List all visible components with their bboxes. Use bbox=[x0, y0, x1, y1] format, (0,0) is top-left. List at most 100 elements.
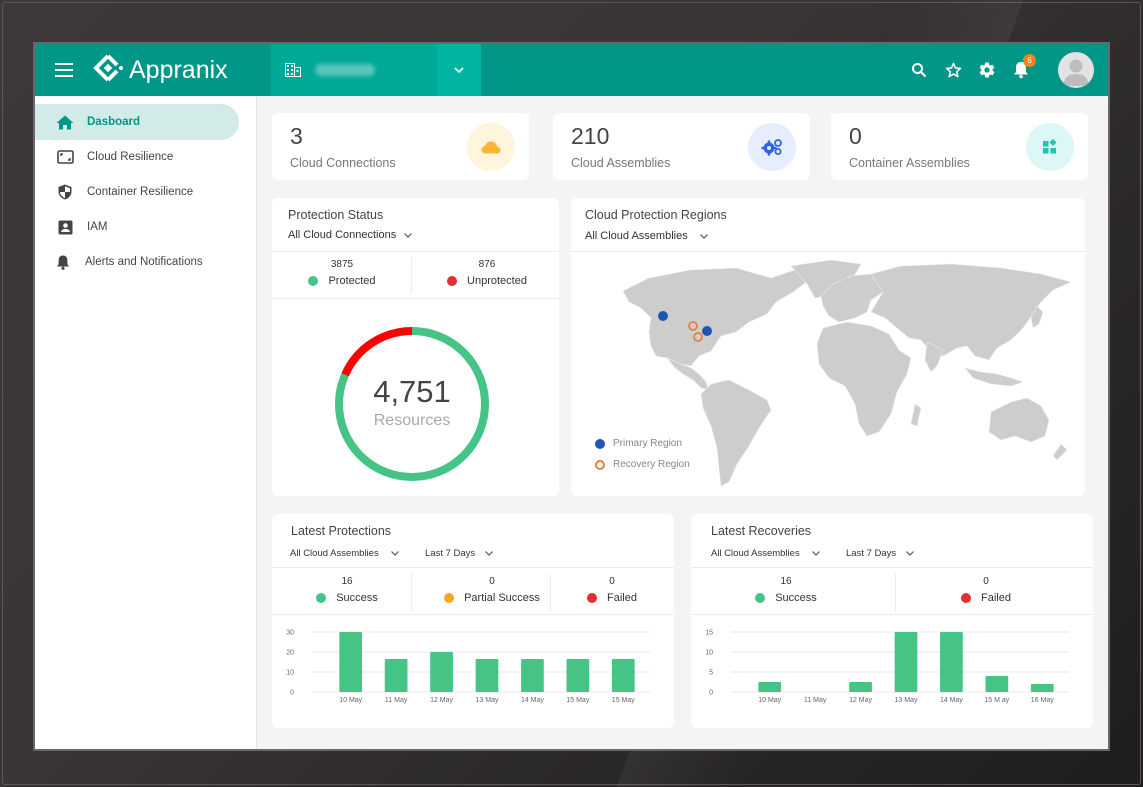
bar[interactable] bbox=[566, 659, 590, 692]
x-tick-label: 15 May bbox=[566, 697, 589, 704]
cloud-icon bbox=[481, 141, 501, 153]
bar[interactable] bbox=[940, 632, 963, 692]
chevron-down-icon bbox=[485, 551, 494, 556]
assemblies-filter[interactable]: All Cloud Assemblies bbox=[711, 548, 820, 559]
y-tick-label: 5 bbox=[709, 670, 713, 677]
kpi-protected[interactable]: 3875 Protected bbox=[292, 259, 392, 287]
legend-label: Primary Region bbox=[613, 438, 682, 449]
kpi-failed[interactable]: 0 Failed bbox=[557, 576, 667, 604]
bar[interactable] bbox=[384, 659, 408, 692]
protections-bar-chart: 0 10 20 30 10 May 11 May 12 May 13 May 14 May 15 … bbox=[286, 630, 650, 704]
brand-logo[interactable]: Appranix bbox=[93, 53, 271, 87]
sidebar-nav: Dasboard Cloud Resilience Container Resi… bbox=[35, 96, 257, 749]
kpi-success[interactable]: 16 Success bbox=[731, 576, 841, 604]
total-resources-value: 4,751 bbox=[373, 374, 451, 409]
kpi-label: Success bbox=[775, 592, 817, 604]
building-icon bbox=[285, 63, 301, 77]
partial-dot-icon bbox=[444, 593, 455, 603]
card-title: Cloud Protection Regions bbox=[585, 208, 727, 222]
bar[interactable] bbox=[475, 659, 499, 692]
success-dot-icon bbox=[316, 593, 327, 603]
recovery-region-marker-icon bbox=[595, 459, 605, 470]
divider bbox=[571, 251, 1085, 252]
tenant-dropdown-button[interactable] bbox=[437, 44, 481, 96]
filter-label: All Cloud Assemblies bbox=[585, 230, 688, 242]
failed-dot-icon bbox=[961, 593, 972, 603]
user-avatar[interactable] bbox=[1058, 52, 1094, 88]
divider bbox=[411, 574, 412, 612]
star-icon bbox=[945, 62, 961, 78]
latest-protections-card: Latest Protections All Cloud Assemblies … bbox=[272, 514, 674, 728]
filter-label: All Cloud Connections bbox=[288, 229, 397, 241]
stat-value: 210 bbox=[571, 123, 610, 149]
stat-card-cloud-assemblies[interactable]: 210 Cloud Assemblies bbox=[553, 113, 810, 180]
protected-dot-icon bbox=[308, 276, 319, 286]
card-title: Latest Protections bbox=[291, 524, 392, 538]
menu-button[interactable] bbox=[35, 44, 93, 96]
cloud-connections-filter[interactable]: All Cloud Connections bbox=[288, 229, 413, 241]
tenant-selector[interactable] bbox=[271, 44, 481, 96]
sidebar-item-alerts[interactable]: Alerts and Notifications bbox=[35, 244, 239, 280]
kpi-label: Success bbox=[336, 592, 378, 604]
x-tick-label: 10 May bbox=[758, 697, 781, 704]
settings-button[interactable] bbox=[970, 50, 1004, 90]
x-tick-label: 15 May bbox=[612, 697, 635, 704]
bar[interactable] bbox=[430, 652, 453, 692]
bell-icon bbox=[56, 255, 70, 270]
sidebar-item-iam[interactable]: IAM bbox=[35, 209, 239, 245]
africa bbox=[816, 321, 912, 437]
total-resources-label: Resources bbox=[373, 412, 451, 429]
bar[interactable] bbox=[849, 682, 872, 692]
cloud-assemblies-filter[interactable]: All Cloud Assemblies bbox=[585, 230, 708, 242]
bar[interactable] bbox=[339, 632, 363, 692]
date-range-filter[interactable]: Last 7 Days bbox=[425, 548, 494, 559]
dashboard-content: 3 Cloud Connections 210 Cloud Assemblies… bbox=[257, 96, 1108, 749]
sidebar-item-container-resilience[interactable]: Container Resilience bbox=[35, 174, 239, 210]
bar[interactable] bbox=[985, 676, 1009, 692]
x-tick-label: 13 May bbox=[476, 697, 499, 704]
appranix-logo-icon bbox=[93, 54, 123, 82]
notifications-button[interactable]: 6 bbox=[1004, 50, 1038, 90]
bar[interactable] bbox=[1030, 684, 1054, 692]
filter-label: All Cloud Assemblies bbox=[290, 548, 379, 559]
madagascar bbox=[910, 403, 922, 427]
sidebar-item-label: IAM bbox=[87, 221, 108, 233]
stat-card-container-assemblies[interactable]: 0 Container Assemblies bbox=[831, 113, 1088, 180]
x-tick-label: 15 M ay bbox=[984, 697, 1009, 704]
south-america bbox=[700, 379, 772, 487]
tenant-name bbox=[315, 64, 375, 76]
kpi-value: 0 bbox=[489, 576, 495, 587]
primary-region-marker[interactable] bbox=[702, 326, 712, 336]
bar[interactable] bbox=[758, 682, 782, 692]
kpi-unprotected[interactable]: 876 Unprotected bbox=[437, 259, 537, 287]
kpi-value: 16 bbox=[341, 576, 353, 587]
sidebar-item-cloud-resilience[interactable]: Cloud Resilience bbox=[35, 139, 239, 175]
x-tick-label: 14 May bbox=[940, 697, 963, 704]
bar[interactable] bbox=[894, 632, 918, 692]
bar[interactable] bbox=[521, 659, 544, 692]
bar[interactable] bbox=[611, 659, 635, 692]
stat-card-cloud-connections[interactable]: 3 Cloud Connections bbox=[272, 113, 529, 180]
sidebar-item-label: Dasboard bbox=[87, 116, 141, 128]
cloud-protection-regions-card: Cloud Protection Regions All Cloud Assem… bbox=[571, 198, 1085, 496]
chevron-down-icon bbox=[699, 233, 708, 239]
home-icon bbox=[56, 115, 74, 129]
kpi-failed[interactable]: 0 Failed bbox=[931, 576, 1041, 604]
x-tick-label: 12 May bbox=[430, 697, 453, 704]
date-range-filter[interactable]: Last 7 Days bbox=[846, 548, 915, 559]
primary-region-marker[interactable] bbox=[658, 311, 668, 321]
australia bbox=[988, 397, 1050, 443]
kpi-label: Failed bbox=[607, 592, 637, 604]
assemblies-filter[interactable]: All Cloud Assemblies bbox=[290, 548, 399, 559]
divider bbox=[691, 567, 1093, 568]
new-zealand bbox=[1052, 443, 1068, 461]
divider bbox=[691, 614, 1093, 615]
y-tick-label: 0 bbox=[290, 690, 294, 697]
favorites-button[interactable] bbox=[936, 50, 970, 90]
x-tick-label: 10 May bbox=[339, 697, 362, 704]
sidebar-item-dashboard[interactable]: Dasboard bbox=[35, 104, 239, 140]
stat-icon-badge bbox=[748, 123, 796, 171]
kpi-success[interactable]: 16 Success bbox=[287, 576, 407, 604]
search-button[interactable] bbox=[902, 50, 936, 90]
kpi-partial-success[interactable]: 0 Partial Success bbox=[422, 576, 562, 604]
